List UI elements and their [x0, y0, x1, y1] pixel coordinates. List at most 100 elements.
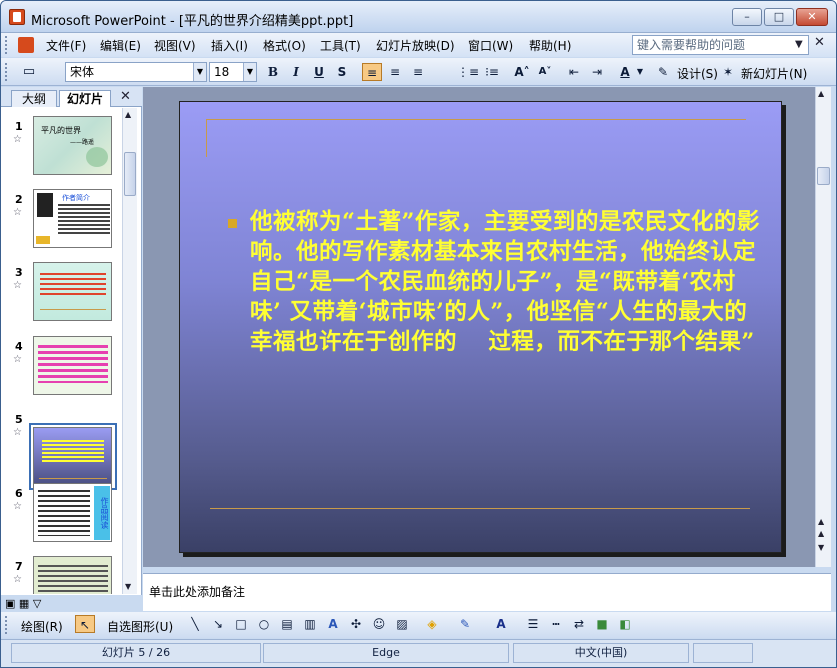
- menu-tools[interactable]: 工具(T): [320, 37, 361, 54]
- chevron-down-icon[interactable]: ▼: [193, 63, 206, 81]
- font-color-icon[interactable]: A: [491, 615, 511, 633]
- font-color-icon[interactable]: A: [615, 63, 635, 81]
- slideshow-icon[interactable]: ▽: [33, 597, 41, 610]
- italic-button[interactable]: I: [286, 63, 306, 81]
- slide-body-text[interactable]: 他被称为“土著”作家，主要受到的是农民文化的影响。他的写作素材基本来自农村生活，…: [250, 207, 760, 357]
- slide-thumbnail-5[interactable]: [33, 427, 112, 486]
- new-slide-button[interactable]: 新幻灯片(N): [741, 65, 807, 82]
- toolbar-grip-icon[interactable]: [5, 63, 8, 81]
- vertical-textbox-icon[interactable]: ▥: [300, 615, 320, 633]
- normal-view-icon[interactable]: ▣: [5, 597, 15, 610]
- slide-thumbnail-4[interactable]: [33, 336, 112, 395]
- menu-format[interactable]: 格式(O): [263, 37, 306, 54]
- bold-button[interactable]: B: [263, 63, 283, 81]
- status-bar: 幻灯片 5 / 26 Edge 中文(中国): [1, 639, 836, 667]
- autoshapes-menu[interactable]: 自选图形(U): [107, 618, 173, 635]
- thumb-subtitle: ——路遥: [70, 139, 95, 146]
- status-empty: [693, 643, 753, 663]
- chevron-down-icon[interactable]: ▼: [243, 63, 256, 81]
- font-name-select[interactable]: 宋体 ▼: [65, 62, 207, 82]
- font-size-select[interactable]: 18 ▼: [209, 62, 257, 82]
- scroll-down-icon[interactable]: ▲: [818, 517, 824, 526]
- line-icon[interactable]: ╲: [185, 615, 205, 633]
- slide-thumbnail-7[interactable]: [33, 556, 112, 594]
- underline-button[interactable]: U: [309, 63, 329, 81]
- numbered-list-icon[interactable]: ⋮≡: [457, 63, 479, 81]
- line-style-icon[interactable]: ☰: [523, 615, 543, 633]
- increase-indent-icon[interactable]: ⇥: [587, 63, 607, 81]
- align-right-icon[interactable]: ≡: [408, 63, 428, 81]
- close-icon[interactable]: ✕: [120, 89, 131, 104]
- scroll-down-icon[interactable]: ▼: [125, 582, 131, 591]
- clipart-icon[interactable]: ☺: [369, 615, 389, 633]
- chevron-down-icon[interactable]: ▼: [795, 39, 803, 50]
- minimize-button[interactable]: –: [732, 8, 762, 26]
- tab-outline[interactable]: 大纲: [11, 90, 57, 107]
- menu-view[interactable]: 视图(V): [154, 37, 196, 54]
- oval-icon[interactable]: ○: [254, 615, 274, 633]
- thumbnail-scrollbar[interactable]: ▲ ▼: [122, 108, 137, 594]
- diagram-icon[interactable]: ✣: [346, 615, 366, 633]
- picture-icon[interactable]: ▨: [392, 615, 412, 633]
- arrow-icon[interactable]: ↘: [208, 615, 228, 633]
- menu-insert[interactable]: 插入(I): [211, 37, 248, 54]
- document-icon[interactable]: [18, 37, 34, 53]
- menu-slideshow[interactable]: 幻灯片放映(D): [376, 37, 455, 54]
- new-document-icon[interactable]: ▭: [19, 63, 39, 81]
- maximize-button[interactable]: □: [764, 8, 794, 26]
- wordart-icon[interactable]: A: [323, 615, 343, 633]
- 3d-style-icon[interactable]: ◧: [615, 615, 635, 633]
- close-button[interactable]: ✕: [796, 8, 828, 26]
- draw-menu[interactable]: 绘图(R): [21, 618, 63, 635]
- scroll-up-icon[interactable]: ▲: [125, 110, 131, 119]
- slide-thumbnail-2[interactable]: 作者简介: [33, 189, 112, 248]
- menu-help[interactable]: 帮助(H): [529, 37, 571, 54]
- decrease-indent-icon[interactable]: ⇤: [564, 63, 584, 81]
- notes-pane[interactable]: 单击此处添加备注: [143, 573, 831, 611]
- previous-slide-icon[interactable]: ▲: [818, 529, 824, 538]
- slide-sorter-icon[interactable]: ▦: [19, 597, 29, 610]
- align-center-icon[interactable]: ≡: [385, 63, 405, 81]
- transition-icon: ☆: [13, 501, 22, 512]
- select-pointer-icon[interactable]: ↖: [75, 615, 95, 633]
- fill-color-icon[interactable]: ◈: [422, 615, 442, 633]
- next-slide-icon[interactable]: ▼: [818, 543, 824, 552]
- toolbar-grip-icon[interactable]: [5, 616, 8, 634]
- arrow-style-icon[interactable]: ⇄: [569, 615, 589, 633]
- slide-editing-area: 他被称为“土著”作家，主要受到的是农民文化的影响。他的写作素材基本来自农村生活，…: [143, 87, 815, 567]
- text-lines: [38, 345, 108, 383]
- slide-thumbnail-list: 1 ☆ 平凡的世界 ——路遥 2 ☆ 作者简介 3 ☆ 4 ☆ 5 ☆ 6 ☆ …: [1, 108, 121, 594]
- dash-style-icon[interactable]: ┅: [546, 615, 566, 633]
- toolbar-grip-icon[interactable]: [5, 36, 8, 54]
- rectangle-icon[interactable]: □: [231, 615, 251, 633]
- align-left-icon[interactable]: ≡: [362, 63, 382, 81]
- slide-thumbnail-3[interactable]: [33, 262, 112, 321]
- close-icon[interactable]: ✕: [814, 35, 825, 50]
- current-slide[interactable]: 他被称为“土著”作家，主要受到的是农民文化的影响。他的写作素材基本来自农村生活，…: [179, 101, 782, 553]
- menu-edit[interactable]: 编辑(E): [100, 37, 141, 54]
- shadow-button[interactable]: S: [332, 63, 352, 81]
- textbox-icon[interactable]: ▤: [277, 615, 297, 633]
- slide-thumbnail-1[interactable]: 平凡的世界 ——路遥: [33, 116, 112, 175]
- scroll-thumb[interactable]: [817, 167, 830, 185]
- line-color-icon[interactable]: ✎: [455, 615, 475, 633]
- transition-icon: ☆: [13, 207, 22, 218]
- title-bar: Microsoft PowerPoint - [平凡的世界介绍精美ppt.ppt…: [1, 1, 836, 33]
- help-search-input[interactable]: 键入需要帮助的问题: [632, 35, 809, 55]
- design-button[interactable]: 设计(S): [677, 65, 718, 82]
- thumb-number: 5: [15, 413, 23, 426]
- shadow-style-icon[interactable]: ■: [592, 615, 612, 633]
- slide-scrollbar[interactable]: ▲ ▲ ▲ ▼: [815, 87, 831, 567]
- scroll-up-icon[interactable]: ▲: [818, 89, 824, 98]
- decrease-font-icon[interactable]: A˅: [535, 63, 555, 81]
- increase-font-icon[interactable]: A˄: [512, 63, 532, 81]
- chevron-down-icon[interactable]: ▼: [635, 63, 645, 81]
- scroll-thumb[interactable]: [124, 152, 136, 196]
- menu-file[interactable]: 文件(F): [46, 37, 86, 54]
- menu-window[interactable]: 窗口(W): [468, 37, 513, 54]
- slide-thumbnail-6[interactable]: 作品阅读: [33, 483, 112, 542]
- tab-slides[interactable]: 幻灯片: [59, 90, 111, 107]
- design-icon: ✎: [657, 65, 669, 79]
- thumb-title: 平凡的世界: [41, 126, 81, 135]
- bullet-list-icon[interactable]: ⁝≡: [482, 63, 502, 81]
